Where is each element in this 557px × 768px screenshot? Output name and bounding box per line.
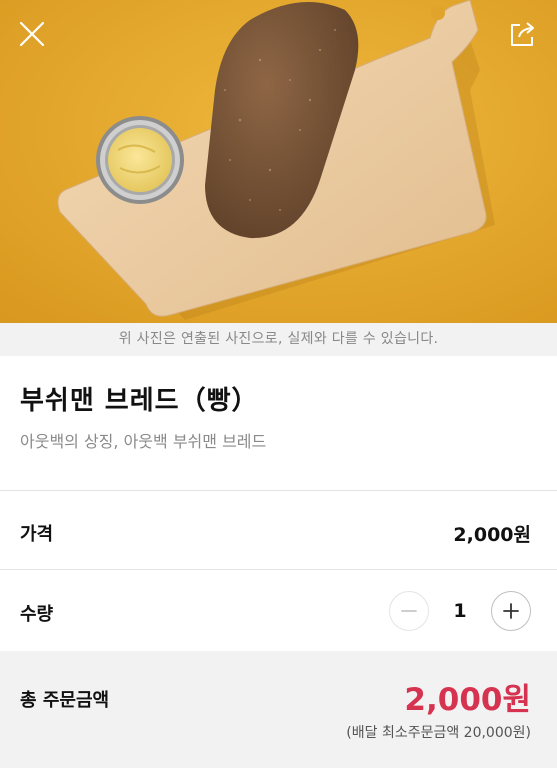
total-label: 총 주문금액 (20, 690, 110, 711)
product-description: 아웃백의 상징, 아웃백 부쉬맨 브레드 (20, 432, 267, 451)
product-photo (0, 0, 557, 323)
photo-disclaimer: 위 사진은 연출된 사진으로, 실제와 다를 수 있습니다. (0, 323, 557, 356)
decrease-quantity-button[interactable] (389, 591, 429, 631)
price-label: 가격 (20, 524, 54, 545)
divider (0, 490, 557, 491)
increase-quantity-button[interactable] (491, 591, 531, 631)
close-icon (19, 21, 45, 47)
bread-on-board-image (0, 0, 557, 323)
minimum-order-note: (배달 최소주문금액 20,000원) (346, 725, 531, 741)
total-amount: 2,000원 (404, 682, 531, 718)
minus-icon (401, 610, 417, 612)
product-title: 부쉬맨 브레드（빵） (20, 386, 259, 416)
share-icon (511, 22, 534, 46)
close-button[interactable] (14, 16, 50, 52)
quantity-value: 1 (453, 600, 467, 622)
divider (0, 569, 557, 570)
plus-icon (503, 603, 519, 619)
share-button[interactable] (505, 16, 541, 52)
quantity-label: 수량 (20, 604, 54, 625)
price-value: 2,000원 (453, 524, 531, 546)
